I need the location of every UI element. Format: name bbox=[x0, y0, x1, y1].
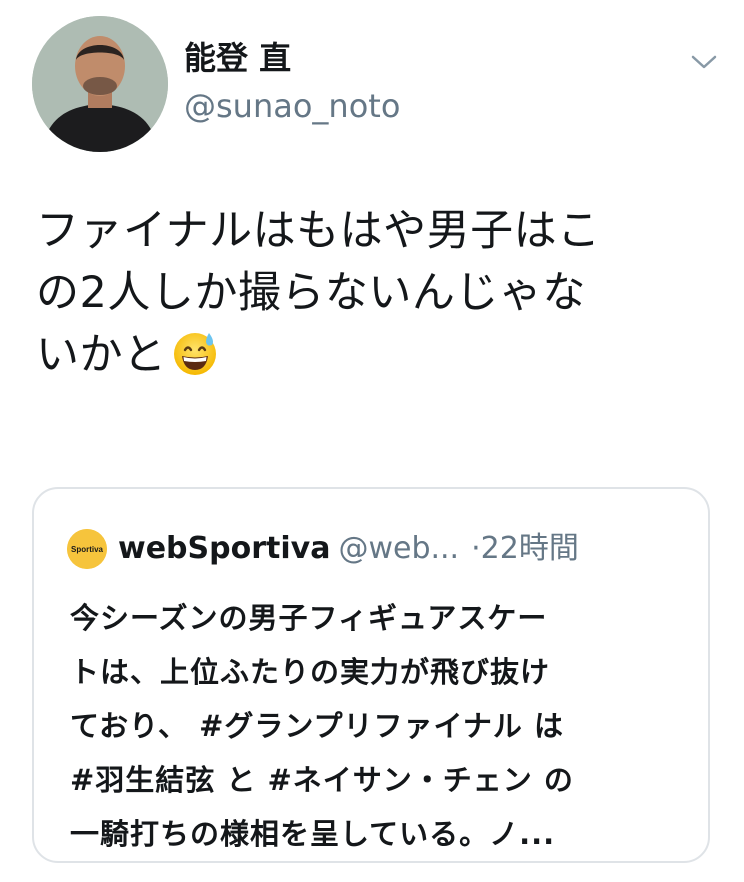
quoted-text-line: トは、上位ふたりの実力が飛び抜け bbox=[70, 655, 551, 689]
sportiva-logo-text: Sportiva bbox=[71, 545, 104, 554]
quoted-tweet-card[interactable]: Sportiva webSportiva @web... ·22時間 今シーズンの男… bbox=[32, 487, 710, 863]
quoted-text-line: #羽生結弦 と #ネイサン・チェン の bbox=[70, 763, 574, 797]
quoted-author-name[interactable]: webSportiva bbox=[118, 531, 330, 566]
tweet-text-line: ファイナルはもはや男子はこ bbox=[36, 206, 601, 256]
quoted-tweet-header: webSportiva @web... ·22時間 bbox=[118, 527, 698, 571]
tweet-text-line: の2人しか撮らないんじゃな bbox=[36, 268, 586, 318]
sportiva-logo: Sportiva bbox=[67, 529, 107, 569]
tweet-text: ファイナルはもはや男子はこ の2人しか撮らないんじゃな いかと bbox=[36, 200, 706, 386]
quoted-tweet-time[interactable]: ·22時間 bbox=[471, 531, 579, 566]
quoted-text-line: 今シーズンの男子フィギュアスケー bbox=[70, 601, 548, 635]
tweet-text-line-content: いかと bbox=[36, 330, 167, 380]
author-handle[interactable]: @sunao_noto bbox=[184, 86, 400, 126]
author-display-name[interactable]: 能登 直 bbox=[184, 38, 291, 78]
avatar[interactable] bbox=[32, 16, 168, 152]
grinning-face-with-sweat-emoji-icon bbox=[171, 329, 219, 377]
chevron-down-icon[interactable] bbox=[690, 52, 718, 72]
tweet-text-line: いかと bbox=[36, 324, 706, 386]
quoted-tweet-text: 今シーズンの男子フィギュアスケー トは、上位ふたりの実力が飛び抜け ており、 #… bbox=[70, 591, 690, 861]
quoted-text-line: ており、 #グランプリファイナル は bbox=[70, 709, 565, 743]
quoted-author-handle[interactable]: @web... bbox=[338, 531, 459, 566]
quoted-text-line: 一騎打ちの様相を呈している。ノ... bbox=[70, 817, 556, 851]
tweet-card: 能登 直 @sunao_noto ファイナルはもはや男子はこ の2人しか撮らない… bbox=[0, 0, 744, 882]
